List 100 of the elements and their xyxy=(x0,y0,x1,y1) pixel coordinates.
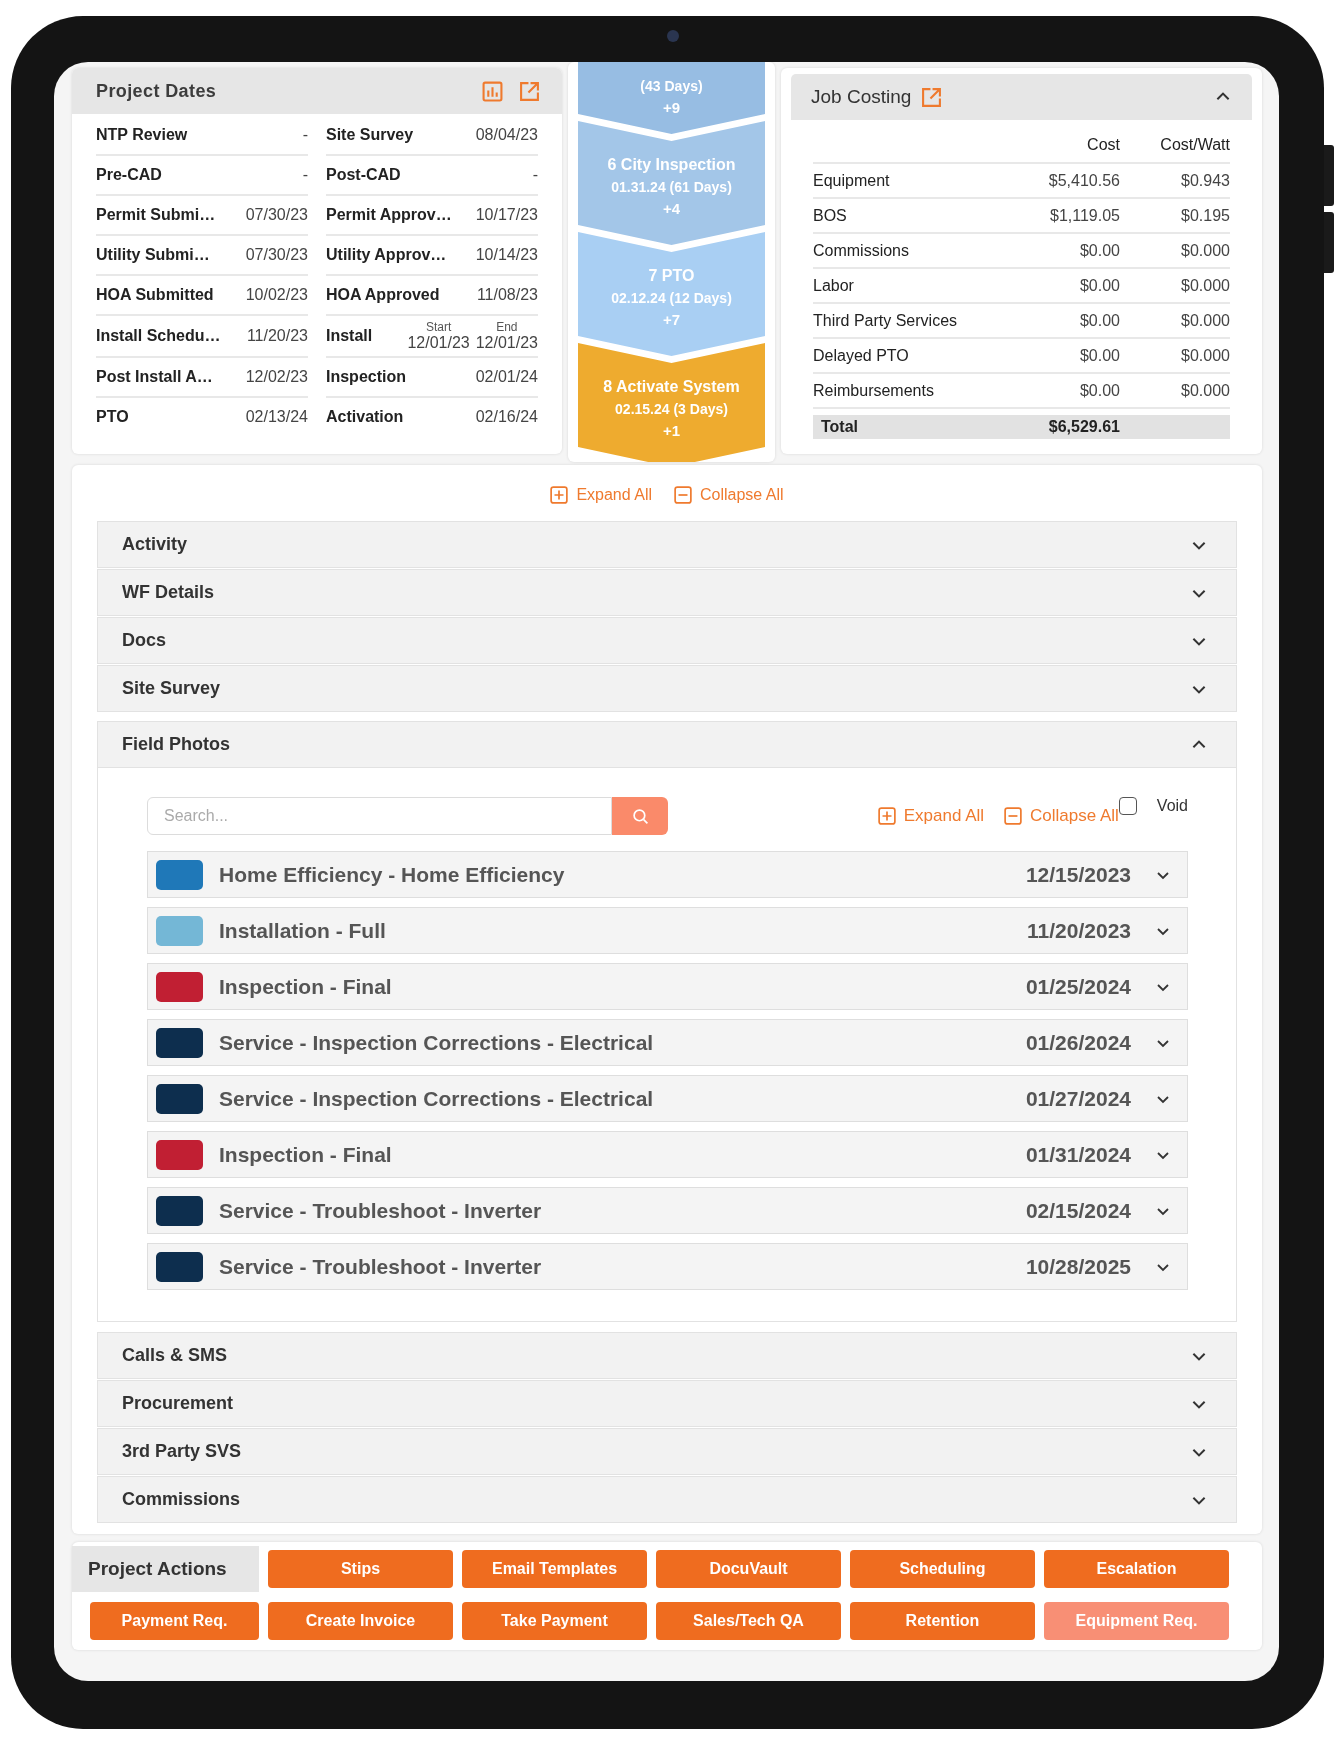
photo-group-row[interactable]: Inspection - Final 01/31/2024 xyxy=(147,1131,1188,1178)
milestone-delta: +9 xyxy=(662,99,681,116)
date-value: 12/01/23 xyxy=(407,334,470,352)
table-cell-text: $0.943 xyxy=(1180,171,1230,190)
date-label: Pre-CAD xyxy=(96,166,162,184)
milestone-text: (43 Days) xyxy=(640,78,703,94)
checkbox-label: Void xyxy=(1156,797,1188,815)
date-value: 12/02/23 xyxy=(245,368,308,386)
photo-group-title: Service - Troubleshoot - Inverter xyxy=(219,1254,543,1279)
photo-group-date: 11/20/2023 xyxy=(1027,918,1131,943)
date-value: 02/01/24 xyxy=(475,368,538,386)
photo-group-date: 10/28/2025 xyxy=(1025,1254,1131,1279)
table-cell-text: $1,119.05 xyxy=(1049,206,1120,225)
date-value: 08/04/23 xyxy=(475,126,538,144)
photo-group-date: 01/26/2024 xyxy=(1025,1030,1131,1055)
photo-group-title: Service - Inspection Corrections - Electrical xyxy=(219,1086,655,1111)
date-label: Post-CAD xyxy=(326,166,401,184)
accordion-header[interactable]: 3rd Party SVS xyxy=(98,1429,1236,1474)
minus-square-icon xyxy=(1004,807,1023,825)
table-cell-text: Total xyxy=(820,418,860,436)
accordion-header[interactable]: Docs xyxy=(98,618,1236,663)
date-label: PTO xyxy=(96,408,129,426)
photo-group-title: Installation - Full xyxy=(219,918,387,943)
date-label: NTP Review xyxy=(96,126,188,144)
date-value: 11/20/23 xyxy=(246,327,308,345)
date-value: 10/17/23 xyxy=(475,206,538,224)
date-label: Permit Submi… xyxy=(96,206,216,224)
plus-square-icon xyxy=(550,486,569,504)
date-value: - xyxy=(302,166,308,184)
photo-group-row[interactable]: Service - Troubleshoot - Inverter 10/28/2025 xyxy=(147,1243,1188,1290)
photo-group-date: 12/15/2023 xyxy=(1025,862,1131,887)
milestone-text: 02.12.24 (12 Days) xyxy=(611,289,732,306)
table-cell-text: $6,529.61 xyxy=(1047,418,1120,436)
table-cell-text: $0.000 xyxy=(1180,276,1230,295)
table-cell-text: $0.000 xyxy=(1180,241,1230,260)
range-label: End xyxy=(495,320,519,334)
section-title: Procurement xyxy=(122,1393,234,1414)
photo-group-date: 02/15/2024 xyxy=(1025,1198,1131,1223)
photo-group-row[interactable]: Service - Troubleshoot - Inverter 02/15/2024 xyxy=(147,1187,1188,1234)
photo-group-row[interactable]: Inspection - Final 01/25/2024 xyxy=(147,963,1188,1010)
milestone-delta: +7 xyxy=(662,310,681,328)
milestone-text: 01.31.24 (61 Days) xyxy=(611,178,732,195)
date-label: HOA Approved xyxy=(326,286,440,304)
photo-group-row[interactable]: Service - Inspection Corrections - Electrical 01/27/2024 xyxy=(147,1075,1188,1122)
accordion-header[interactable]: Activity xyxy=(98,522,1236,567)
accordion-header[interactable]: Field Photos xyxy=(98,722,1236,768)
search-field[interactable]: Search... xyxy=(147,797,612,835)
photo-group-date: 01/31/2024 xyxy=(1025,1142,1131,1167)
milestone-text: 02.15.24 (3 Days) xyxy=(615,400,728,417)
accordion-header[interactable]: WF Details xyxy=(98,570,1236,615)
date-value: 12/01/23 xyxy=(475,334,538,352)
date-label: Site Survey xyxy=(326,126,414,144)
section-title: Site Survey xyxy=(122,678,221,699)
photo-group-date: 01/25/2024 xyxy=(1025,974,1131,999)
table-cell-text: $0.00 xyxy=(1078,241,1120,260)
date-value: 10/02/23 xyxy=(245,286,308,304)
photo-group-row[interactable]: Home Efficiency - Home Efficiency 12/15/2023 xyxy=(147,851,1188,898)
table-cell-text: Third Party Services xyxy=(813,311,959,330)
column-header: Cost xyxy=(1086,136,1120,154)
photo-group-row[interactable]: Installation - Full 11/20/2023 xyxy=(147,907,1188,954)
milestone-text: 7 PTO xyxy=(648,266,695,285)
accordion-header[interactable]: Commissions xyxy=(98,1477,1236,1522)
column-header: Cost/Watt xyxy=(1159,136,1230,154)
date-label: Utility Approv… xyxy=(326,246,447,264)
date-label: Post Install A… xyxy=(96,368,213,386)
date-label: Activation xyxy=(326,408,404,426)
table-cell-text: BOS xyxy=(813,206,848,225)
date-label: Install xyxy=(326,327,373,345)
table-cell-text: $0.195 xyxy=(1180,206,1230,225)
table-cell-text: $0.000 xyxy=(1180,381,1230,400)
date-label: Inspection xyxy=(326,368,406,386)
date-value: 10/14/23 xyxy=(475,246,538,264)
panel-title: Project Actions xyxy=(72,1546,259,1592)
section-title: WF Details xyxy=(122,582,214,603)
table-cell-text: $0.00 xyxy=(1078,346,1120,365)
date-label: HOA Submitted xyxy=(96,286,214,304)
photo-group-row[interactable]: Service - Inspection Corrections - Electrical 01/26/2024 xyxy=(147,1019,1188,1066)
table-cell-text: Labor xyxy=(813,276,855,295)
card-title: Job Costing xyxy=(811,86,912,108)
milestone-text: 8 Activate System xyxy=(603,377,740,396)
milestone-delta: +4 xyxy=(662,199,681,217)
section-title: Calls & SMS xyxy=(122,1345,228,1366)
search-icon xyxy=(631,807,649,825)
void-checkbox[interactable] xyxy=(1118,797,1137,815)
table-cell-text: $0.000 xyxy=(1180,346,1230,365)
accordion-header[interactable]: Site Survey xyxy=(98,666,1236,711)
photo-group-title: Inspection - Final xyxy=(219,1142,393,1167)
accordion-header[interactable]: Calls & SMS xyxy=(98,1333,1236,1378)
milestone-delta: +1 xyxy=(662,421,681,439)
date-value: 02/13/24 xyxy=(245,408,308,426)
table-cell-text: Reimbursements xyxy=(813,381,935,400)
table-cell-text: $5,410.56 xyxy=(1047,171,1120,190)
table-cell-text: Commissions xyxy=(813,241,910,260)
plus-square-icon xyxy=(877,807,896,825)
photo-group-date: 01/27/2024 xyxy=(1025,1086,1131,1111)
accordion-header[interactable]: Procurement xyxy=(98,1381,1236,1426)
date-value: - xyxy=(302,126,308,144)
date-value: 11/08/23 xyxy=(476,286,538,304)
photo-group-title: Service - Troubleshoot - Inverter xyxy=(219,1198,543,1223)
table-cell-text: $0.00 xyxy=(1078,311,1120,330)
